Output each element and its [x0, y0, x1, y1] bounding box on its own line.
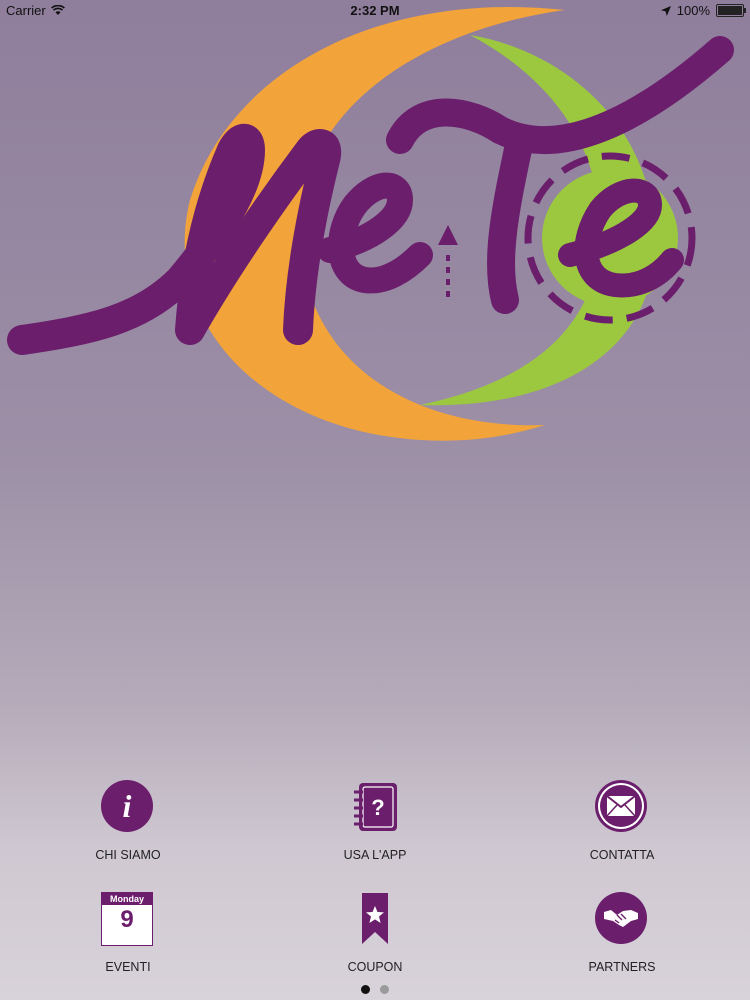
- logo-letter-e: [317, 172, 433, 294]
- menu-label: PARTNERS: [588, 960, 656, 974]
- info-icon: i: [101, 780, 153, 832]
- menu-chi-siamo-icon-wrap: i: [101, 780, 155, 834]
- menu-coupon[interactable]: COUPON: [275, 882, 475, 982]
- menu-label: COUPON: [347, 960, 403, 974]
- envelope-glyph: [606, 795, 636, 817]
- bookmark-star-icon: [362, 893, 388, 944]
- page-indicator[interactable]: [0, 985, 750, 994]
- menu-partners-icon-wrap: [595, 892, 649, 946]
- logo-triangle: [438, 225, 458, 245]
- menu-eventi-icon-wrap: Monday 9: [101, 892, 155, 946]
- menu-contatta[interactable]: CONTATTA: [522, 770, 722, 870]
- envelope-icon: [595, 780, 647, 832]
- calendar-icon: Monday 9: [101, 892, 153, 946]
- menu-grid: i CHI SIAMO ? USA L'APP CONTATTA Monday …: [0, 770, 750, 990]
- logo-letter-t-stem: [487, 126, 534, 314]
- help-book-icon: ?: [354, 783, 397, 831]
- menu-eventi[interactable]: Monday 9 EVENTI: [28, 882, 228, 982]
- handshake-icon: [595, 892, 647, 944]
- calendar-date: 9: [120, 906, 134, 933]
- page-dot-2[interactable]: [380, 985, 389, 994]
- mete-logo: [7, 6, 734, 441]
- menu-partners[interactable]: PARTNERS: [522, 882, 722, 982]
- menu-label: EVENTI: [105, 960, 151, 974]
- menu-contatta-icon-wrap: [595, 780, 649, 834]
- menu-usa-lapp-icon-wrap: ?: [348, 780, 402, 834]
- calendar-day: Monday: [102, 893, 152, 905]
- menu-label: CHI SIAMO: [95, 848, 161, 862]
- menu-coupon-icon-wrap: [348, 892, 402, 946]
- menu-label: USA L'APP: [343, 848, 407, 862]
- menu-chi-siamo[interactable]: i CHI SIAMO: [28, 770, 228, 870]
- menu-usa-lapp[interactable]: ? USA L'APP: [275, 770, 475, 870]
- svg-text:?: ?: [371, 795, 384, 820]
- page-dot-1[interactable]: [361, 985, 370, 994]
- handshake-glyph: [604, 910, 638, 927]
- menu-label: CONTATTA: [589, 848, 655, 862]
